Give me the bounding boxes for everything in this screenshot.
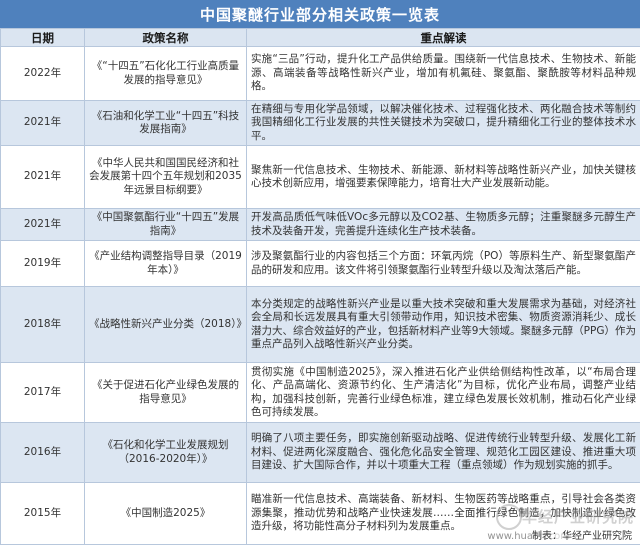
table-row: 2021年 《中华人民共和国国民经济和社会发展第十四个五年规划和2035年远景目… bbox=[1, 146, 640, 209]
table-row: 2018年 《战略性新兴产业分类（2018）》 本分类规定的战略性新兴产业是以重… bbox=[1, 287, 640, 363]
table-row: 2021年 《石油和化学工业“十四五”科技发展指南》 在精细与专用化学品领域，以… bbox=[1, 101, 640, 146]
row-date: 2021年 bbox=[1, 209, 85, 241]
row-date: 2021年 bbox=[1, 146, 85, 209]
row-key-point: 明确了八项主要任务，即实施创新驱动战略、促进传统行业转型升级、发展化工新材料、促… bbox=[247, 423, 640, 483]
source-note: 制表：华经产业研究院 bbox=[532, 527, 632, 542]
row-date: 2022年 bbox=[1, 47, 85, 101]
table-row: 2019年 《产业结构调整指导目录（2019年本）》 涉及聚氨酯行业的内容包括三… bbox=[1, 241, 640, 287]
row-key-point: 涉及聚氨酯行业的内容包括三个方面：环氧丙烷（PO）等原料生产、新型聚氨酯产品的研… bbox=[247, 241, 640, 287]
row-key-point: 开发高品质低气味低VOc多元醇以及CO2基、生物质多元醇；注重聚醚多元醇生产技术… bbox=[247, 209, 640, 241]
row-policy-name: 《中华人民共和国国民经济和社会发展第十四个五年规划和2035年远景目标纲要》 bbox=[85, 146, 247, 209]
header-row: 日期 政策名称 重点解读 bbox=[1, 29, 640, 47]
row-key-point: 在精细与专用化学品领域，以解决催化技术、过程强化技术、两化融合技术等制约我国精细… bbox=[247, 101, 640, 146]
row-date: 2017年 bbox=[1, 363, 85, 423]
row-policy-name: 《中国制造2025》 bbox=[85, 483, 247, 545]
row-policy-name: 《关于促进石化产业绿色发展的指导意见》 bbox=[85, 363, 247, 423]
table-title: 中国聚醚行业部分相关政策一览表 bbox=[0, 0, 640, 28]
row-key-point: 本分类规定的战略性新兴产业是以重大技术突破和重大发展需求为基础，对经济社会全局和… bbox=[247, 287, 640, 363]
row-policy-name: 《战略性新兴产业分类（2018）》 bbox=[85, 287, 247, 363]
row-key-point: 实施“三品”行动，提升化工产品供给质量。围绕新一代信息技术、生物技术、新能源、高… bbox=[247, 47, 640, 101]
row-policy-name: 《石油和化学工业“十四五”科技发展指南》 bbox=[85, 101, 247, 146]
row-date: 2015年 bbox=[1, 483, 85, 545]
table-row: 2016年 《石化和化学工业发展规划（2016-2020年）》 明确了八项主要任… bbox=[1, 423, 640, 483]
table-row: 2021年 《中国聚氨酯行业“十四五”发展指南》 开发高品质低气味低VOc多元醇… bbox=[1, 209, 640, 241]
watermark-text: 华经产业研究院 bbox=[522, 506, 634, 527]
row-policy-name: 《石化和化学工业发展规划（2016-2020年）》 bbox=[85, 423, 247, 483]
row-policy-name: 《“十四五”石化化工行业高质量发展的指导意见》 bbox=[85, 47, 247, 101]
page: 中国聚醚行业部分相关政策一览表 日期 政策名称 重点解读 2022年 《“十四五… bbox=[0, 0, 640, 544]
row-key-point: 聚焦新一代信息技术、生物技术、新能源、新材料等战略性新兴产业，加快关键核心技术创… bbox=[247, 146, 640, 209]
row-date: 2019年 bbox=[1, 241, 85, 287]
header-policy-name: 政策名称 bbox=[85, 29, 247, 47]
row-date: 2021年 bbox=[1, 101, 85, 146]
row-date: 2016年 bbox=[1, 423, 85, 483]
table-row: 2017年 《关于促进石化产业绿色发展的指导意见》 贯彻实施《中国制造2025》… bbox=[1, 363, 640, 423]
header-key-points: 重点解读 bbox=[247, 29, 640, 47]
header-date: 日期 bbox=[1, 29, 85, 47]
table-row: 2022年 《“十四五”石化化工行业高质量发展的指导意见》 实施“三品”行动，提… bbox=[1, 47, 640, 101]
row-policy-name: 《中国聚氨酯行业“十四五”发展指南》 bbox=[85, 209, 247, 241]
policy-table: 日期 政策名称 重点解读 2022年 《“十四五”石化化工行业高质量发展的指导意… bbox=[0, 28, 640, 545]
watermark-logo-icon bbox=[496, 504, 522, 530]
row-policy-name: 《产业结构调整指导目录（2019年本）》 bbox=[85, 241, 247, 287]
row-date: 2018年 bbox=[1, 287, 85, 363]
row-key-point: 贯彻实施《中国制造2025》，深入推进石化产业供给侧结构性改革，以“布局合理化、… bbox=[247, 363, 640, 423]
